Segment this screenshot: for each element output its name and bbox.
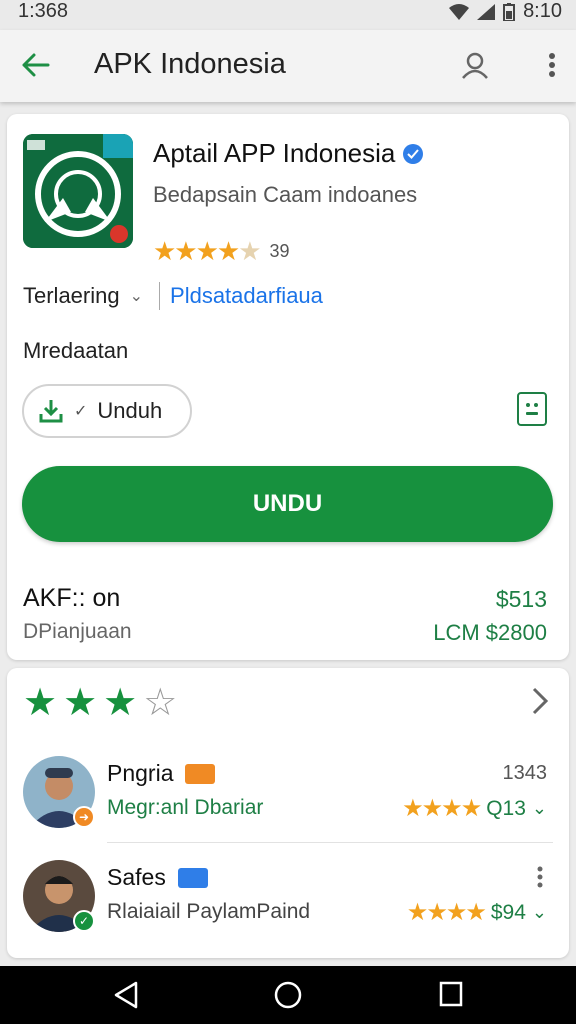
- status-icons: 8:10: [449, 0, 562, 23]
- star-empty: ☆: [143, 682, 178, 724]
- reviewer-tag-icon: [185, 763, 216, 784]
- back-arrow-icon[interactable]: [20, 52, 50, 78]
- review-divider: [107, 842, 553, 843]
- app-rating: ★★★★★ 39: [153, 236, 290, 267]
- category-label[interactable]: Terlaering: [23, 283, 120, 309]
- app-detail-card: Aptail APP Indonesia Bedapsain Caam indo…: [7, 114, 569, 660]
- review-stars: ★★★★: [406, 899, 487, 926]
- chevron-down-icon[interactable]: ⌄: [532, 902, 547, 923]
- status-bar: 1:368 8:10: [0, 0, 576, 30]
- verified-icon: [403, 143, 424, 164]
- app-bar-title: APK Indonesia: [94, 48, 286, 80]
- rating-stars: ★★★★★: [153, 236, 262, 266]
- reviewer-name: Safes: [107, 864, 208, 891]
- nav-home-icon[interactable]: [273, 980, 303, 1010]
- category-link[interactable]: Pldsatadarfiaua: [170, 283, 323, 309]
- review-rating: ★★★★ Q13 ⌄: [402, 794, 547, 823]
- review-score: $94: [490, 900, 526, 924]
- app-bar: APK Indonesia: [0, 30, 576, 102]
- status-time: 1:368: [18, 0, 69, 22]
- review-item[interactable]: ➜ Pngria 1343 Megr:anl Dbariar ★★★★ Q13 …: [7, 752, 569, 848]
- section-label: Mredaatan: [23, 338, 129, 363]
- chevron-down-icon[interactable]: ⌄: [532, 798, 547, 819]
- star-filled: ★: [23, 682, 58, 724]
- reviewer-name: Pngria: [107, 760, 216, 787]
- overall-stars[interactable]: ★ ★ ★ ☆: [23, 684, 177, 722]
- download-pill-button[interactable]: ✓ Unduh: [22, 384, 192, 438]
- download-icon: [39, 400, 63, 423]
- nav-back-icon[interactable]: [112, 980, 140, 1010]
- info-subtitle: DPianjuaan: [23, 620, 132, 643]
- star-filled: ★: [63, 682, 98, 724]
- review-meta: 1343: [502, 762, 548, 784]
- download-pill-label: Unduh: [97, 398, 163, 423]
- chevron-down-icon[interactable]: ⌄: [130, 286, 143, 306]
- verified-badge-icon: ✓: [73, 910, 95, 932]
- install-button[interactable]: UNDU: [22, 466, 553, 542]
- battery-icon: [503, 2, 516, 21]
- review-score: Q13: [486, 796, 526, 820]
- share-icon[interactable]: [517, 392, 547, 426]
- wifi-icon: [449, 3, 470, 20]
- nav-recents-icon[interactable]: [438, 980, 464, 1008]
- check-icon: ✓: [74, 403, 88, 420]
- review-text: Rlaiaiail PaylamPaind: [107, 900, 311, 923]
- review-stars: ★★★★: [402, 795, 482, 822]
- category-row: Terlaering ⌄ Pldsatadarfiaua: [23, 282, 323, 310]
- star-filled: ★: [103, 682, 138, 724]
- review-item[interactable]: ✓ Safes Rlaiaiail PaylamPaind ★★★★ $94 ⌄: [7, 856, 569, 952]
- price-sub: LCM $2800: [433, 620, 547, 645]
- chevron-right-icon[interactable]: [531, 686, 549, 716]
- reviewer-tag-icon: [177, 867, 208, 888]
- info-title: AKF:: on: [23, 584, 121, 612]
- app-name: Aptail APP Indonesia: [153, 138, 424, 169]
- reviews-card: ★ ★ ★ ☆ ➜ Pngria 1343 Megr:anl Dbariar ★…: [7, 668, 569, 958]
- status-clock-right: 8:10: [523, 0, 562, 22]
- more-vert-icon[interactable]: [537, 866, 543, 888]
- review-text: Megr:anl Dbariar: [107, 796, 264, 819]
- review-rating: ★★★★ $94 ⌄: [407, 898, 547, 927]
- app-icon[interactable]: [23, 134, 133, 248]
- account-icon[interactable]: [460, 50, 490, 80]
- rating-count: 39: [269, 241, 290, 261]
- price: $513: [495, 586, 547, 612]
- more-vert-icon[interactable]: [548, 52, 556, 78]
- avatar-badge-icon: ➜: [73, 806, 95, 828]
- developer-name[interactable]: Bedapsain Caam indoanes: [153, 182, 417, 208]
- signal-icon: [477, 3, 496, 20]
- divider: [159, 282, 161, 310]
- system-nav-bar: [0, 966, 576, 1024]
